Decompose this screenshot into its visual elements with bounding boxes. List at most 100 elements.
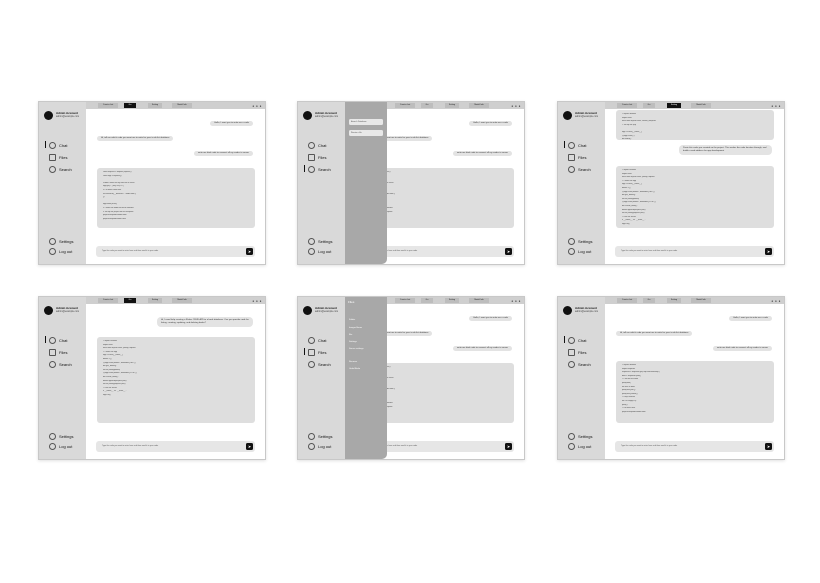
nav-settings[interactable]: Settings [49, 433, 73, 440]
nav-search[interactable]: Search [568, 361, 591, 368]
tab-create-chat[interactable]: Create chat [98, 298, 118, 303]
nav-settings[interactable]: Settings [568, 433, 592, 440]
nav-chat[interactable]: Chat [563, 141, 586, 149]
tab-setting[interactable]: Setting [148, 298, 162, 303]
panel-item[interactable]: Images/Items [349, 327, 362, 329]
user-email: admin@example.com [315, 310, 339, 313]
tab-setting[interactable]: Setting [667, 103, 681, 108]
avatar[interactable] [44, 111, 53, 120]
nav-files[interactable]: Files [49, 154, 67, 161]
tab-go[interactable]: Go [643, 298, 655, 303]
window-controls[interactable]: ● ● ● [252, 299, 262, 303]
nav-settings[interactable]: Settings [308, 433, 332, 440]
panel-item[interactable]: Folder [349, 319, 355, 321]
tab-model-info[interactable]: Model Info [172, 103, 192, 108]
tab-go[interactable]: Go [421, 298, 433, 303]
tab-setting[interactable]: Setting [667, 298, 681, 303]
screen-chat-3: Admin Account admin@example.com Chat Fil… [38, 296, 266, 460]
tab-go[interactable]: Go [421, 103, 433, 108]
panel-search-input[interactable]: Search Database ⌕ [349, 119, 383, 125]
nav-search[interactable]: Search [568, 166, 591, 173]
panel-item[interactable]: Undo/Redo [349, 368, 360, 370]
avatar[interactable] [303, 306, 312, 315]
search-icon [568, 166, 575, 173]
send-button[interactable]: ➤ [246, 443, 253, 450]
chat-icon [308, 337, 315, 344]
tab-go[interactable]: Go [124, 103, 136, 108]
nav-search[interactable]: Search [308, 361, 331, 368]
avatar[interactable] [563, 111, 572, 120]
avatar[interactable] [563, 306, 572, 315]
nav-files[interactable]: Files [568, 154, 586, 161]
code-block: const express = require('express');const… [97, 168, 255, 228]
tab-create-chat[interactable]: Create chat [617, 103, 637, 108]
nav-chat[interactable]: Chat [44, 336, 67, 344]
nav-chat[interactable]: Chat [308, 337, 326, 344]
message-input[interactable]: Type the code you want to enter here and… [96, 441, 255, 452]
window-controls[interactable]: ● ● ● [771, 299, 781, 303]
tab-model-info[interactable]: Model Info [469, 298, 489, 303]
send-button[interactable]: ➤ [505, 443, 512, 450]
nav-logout[interactable]: Log out [49, 248, 72, 255]
tab-setting[interactable]: Setting [445, 103, 459, 108]
tab-create-chat[interactable]: Create chat [395, 103, 415, 108]
nav-chat[interactable]: Chat [44, 141, 67, 149]
nav-logout[interactable]: Log out [568, 443, 591, 450]
send-button[interactable]: ➤ [765, 443, 772, 450]
panel-item[interactable]: Settings [349, 341, 357, 343]
nav-chat[interactable]: Chat [308, 142, 326, 149]
tab-model-info[interactable]: Model Info [172, 298, 192, 303]
avatar[interactable] [303, 111, 312, 120]
nav-logout[interactable]: Log out [49, 443, 72, 450]
panel-item[interactable]: Recover [349, 361, 357, 363]
window-controls[interactable]: ● ● ● [252, 104, 262, 108]
nav-logout[interactable]: Log out [308, 443, 331, 450]
message-input[interactable]: Type the code you want to enter here and… [615, 246, 774, 257]
nav-settings[interactable]: Settings [308, 238, 332, 245]
gear-icon [568, 238, 575, 245]
window-controls[interactable]: ● ● ● [511, 299, 521, 303]
nav-settings[interactable]: Settings [568, 238, 592, 245]
nav-files[interactable]: Files [303, 348, 326, 356]
nav-chat[interactable]: Chat [563, 336, 586, 344]
send-button[interactable]: ➤ [505, 248, 512, 255]
nav-files[interactable]: Files [308, 154, 326, 161]
tab-model-info[interactable]: Model Info [691, 298, 711, 303]
panel-create-file[interactable]: Create a file ✎ [349, 130, 383, 136]
code-line: project/templates/index.html [622, 410, 646, 413]
tab-create-chat[interactable]: Create chat [617, 298, 637, 303]
message-input[interactable]: Type the code you want to enter here and… [96, 246, 255, 257]
tab-model-info[interactable]: Model Info [691, 103, 711, 108]
nav-search[interactable]: Search [49, 166, 72, 173]
send-button[interactable]: ➤ [765, 248, 772, 255]
nav-settings[interactable]: Settings [49, 238, 73, 245]
nav-logout[interactable]: Log out [308, 248, 331, 255]
tab-create-chat[interactable]: Create chat [395, 298, 415, 303]
folder-icon [49, 154, 56, 161]
chat-icon [49, 142, 56, 149]
send-button[interactable]: ➤ [246, 248, 253, 255]
tab-model-info[interactable]: Model Info [469, 103, 489, 108]
gear-icon [49, 238, 56, 245]
screen-chat-4: Admin Account admin@example.com Chat Fil… [557, 296, 785, 460]
panel-item[interactable]: Bin [349, 334, 352, 336]
nav-logout[interactable]: Log out [568, 248, 591, 255]
tab-setting[interactable]: Setting [148, 103, 162, 108]
tab-go[interactable]: Go [643, 103, 655, 108]
gear-icon [308, 433, 315, 440]
nav-files[interactable]: Files [49, 349, 67, 356]
nav-search[interactable]: Search [304, 165, 331, 173]
avatar[interactable] [44, 306, 53, 315]
nav-files[interactable]: Files [568, 349, 586, 356]
tab-create-chat[interactable]: Create chat [98, 103, 118, 108]
tab-go[interactable]: Go [124, 298, 136, 303]
window-controls[interactable]: ● ● ● [511, 104, 521, 108]
panel-item[interactable]: Server settings [349, 348, 364, 350]
user-email: admin@example.com [56, 310, 80, 313]
user-email: admin@example.com [575, 115, 599, 118]
window-controls[interactable]: ● ● ● [771, 104, 781, 108]
message-input[interactable]: Type the code you want to enter here and… [615, 441, 774, 452]
tab-setting[interactable]: Setting [445, 298, 459, 303]
nav-search[interactable]: Search [49, 361, 72, 368]
user-email: admin@example.com [315, 115, 339, 118]
